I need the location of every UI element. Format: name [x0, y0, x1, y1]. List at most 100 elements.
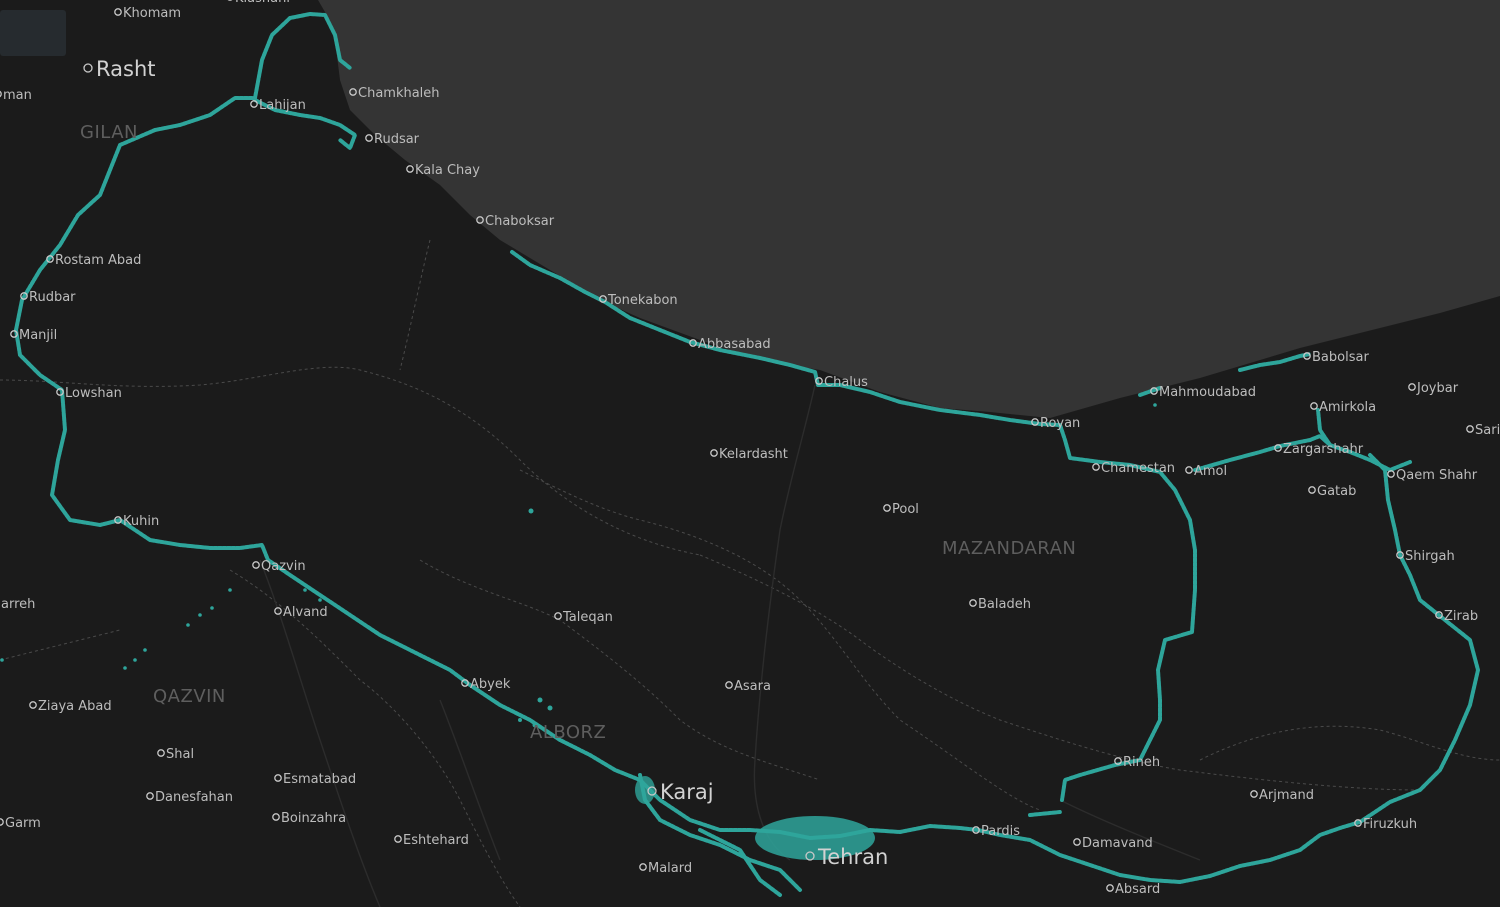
- city-boinzahra[interactable]: Boinzahra: [272, 811, 346, 826]
- city-lowshan[interactable]: Lowshan: [56, 386, 122, 401]
- city-takestan[interactable]: arreh: [0, 597, 35, 612]
- city-danesfahan[interactable]: Danesfahan: [146, 790, 233, 805]
- city-label: Pool: [892, 502, 919, 517]
- city-label: Rudbar: [29, 290, 76, 305]
- city-arjmand[interactable]: Arjmand: [1250, 788, 1314, 803]
- city-garm[interactable]: Garm: [0, 816, 41, 831]
- city-label: Damavand: [1082, 836, 1153, 851]
- city-label: Rudsar: [374, 132, 420, 147]
- city-malard[interactable]: Malard: [639, 861, 692, 876]
- city-qaemshahr[interactable]: Qaem Shahr: [1387, 468, 1478, 483]
- city-label: Chalus: [824, 375, 868, 390]
- city-label: Taleqan: [562, 610, 613, 625]
- region-mazandaran: MAZANDARAN: [942, 538, 1076, 559]
- city-label: Rineh: [1123, 755, 1160, 770]
- city-label: Zargarshahr: [1283, 442, 1364, 457]
- city-rudsar[interactable]: Rudsar: [365, 132, 420, 147]
- city-mahmoudabad[interactable]: Mahmoudabad: [1150, 385, 1256, 400]
- city-rudbar[interactable]: Rudbar: [20, 290, 76, 305]
- city-label: Eshtehard: [403, 833, 469, 848]
- city-label: Malard: [648, 861, 692, 876]
- city-label: Pardis: [981, 824, 1020, 839]
- city-abbasabad[interactable]: Abbasabad: [689, 337, 771, 352]
- city-label: Kuhin: [123, 514, 159, 529]
- city-label: Gatab: [1317, 484, 1356, 499]
- city-label: Ziaya Abad: [38, 699, 112, 714]
- city-ziaabad[interactable]: Ziaya Abad: [29, 699, 112, 714]
- city-label: Lahijan: [259, 98, 306, 113]
- city-zargarshahr[interactable]: Zargarshahr: [1274, 442, 1364, 457]
- city-chamkhaleh[interactable]: Chamkhaleh: [349, 86, 440, 101]
- city-firuzkuh[interactable]: Firuzkuh: [1354, 817, 1417, 832]
- city-label: Garm: [5, 816, 41, 831]
- city-baladeh[interactable]: Baladeh: [969, 597, 1031, 612]
- city-label: Zirab: [1444, 609, 1478, 624]
- city-kiashahr[interactable]: Kiashahr: [227, 0, 293, 6]
- city-label: Joybar: [1416, 381, 1459, 396]
- city-soman[interactable]: man: [0, 88, 32, 103]
- city-label: Asara: [734, 679, 771, 694]
- city-label: Absard: [1115, 882, 1160, 897]
- city-babolsar[interactable]: Babolsar: [1303, 350, 1370, 365]
- city-esmatabad[interactable]: Esmatabad: [274, 772, 356, 787]
- city-label: arreh: [1, 597, 35, 612]
- city-khomam[interactable]: Khomam: [114, 6, 181, 21]
- city-shirgah[interactable]: Shirgah: [1396, 549, 1455, 564]
- city-joybar[interactable]: Joybar: [1408, 381, 1459, 396]
- city-label: Sari: [1475, 423, 1500, 438]
- city-label: Esmatabad: [283, 772, 356, 787]
- map-canvas[interactable]: GILAN MAZANDARAN QAZVIN ALBORZ Khomam Kia…: [0, 0, 1500, 907]
- city-absard[interactable]: Absard: [1106, 882, 1160, 897]
- city-label: Chamestan: [1101, 461, 1175, 476]
- city-label: Shal: [166, 747, 194, 762]
- city-label: Firuzkuh: [1363, 817, 1417, 832]
- karaj-route-cluster: [635, 776, 655, 804]
- city-label: Rasht: [96, 57, 155, 81]
- city-label: Khomam: [123, 6, 181, 21]
- city-abyek[interactable]: Abyek: [461, 677, 511, 692]
- city-label: Abbasabad: [698, 337, 771, 352]
- city-label: Baladeh: [978, 597, 1031, 612]
- city-label: Karaj: [660, 780, 714, 804]
- city-kelardasht[interactable]: Kelardasht: [710, 447, 788, 462]
- city-damavand[interactable]: Damavand: [1073, 836, 1153, 851]
- city-lahijan[interactable]: Lahijan: [250, 98, 306, 113]
- city-label: Qazvin: [261, 559, 306, 574]
- anzali-lagoon: [0, 10, 66, 56]
- region-qazvin: QAZVIN: [153, 686, 226, 707]
- city-label: Shirgah: [1405, 549, 1455, 564]
- city-label: Abyek: [470, 677, 511, 692]
- city-eshtehard[interactable]: Eshtehard: [394, 833, 469, 848]
- city-label: Rostam Abad: [55, 253, 141, 268]
- city-label: Boinzahra: [281, 811, 346, 826]
- city-label: Kelardasht: [719, 447, 788, 462]
- city-chalus[interactable]: Chalus: [815, 375, 868, 390]
- city-label: Lowshan: [65, 386, 122, 401]
- city-label: Royan: [1040, 416, 1080, 431]
- city-label: Kala Chay: [415, 163, 480, 178]
- city-label: Amirkola: [1319, 400, 1376, 415]
- city-tehran[interactable]: Tehran: [805, 845, 888, 869]
- region-alborz: ALBORZ: [530, 722, 606, 743]
- region-gilan: GILAN: [80, 122, 138, 143]
- city-label: Tehran: [817, 845, 888, 869]
- city-amirkola[interactable]: Amirkola: [1310, 400, 1376, 415]
- city-tonekabon[interactable]: Tonekabon: [599, 293, 678, 308]
- city-label: man: [3, 88, 32, 103]
- city-alvand[interactable]: Alvand: [274, 605, 328, 620]
- city-label: Kiashahr: [235, 0, 292, 6]
- city-chamestan[interactable]: Chamestan: [1092, 461, 1175, 476]
- city-rostamabad[interactable]: Rostam Abad: [46, 253, 142, 268]
- city-label: Danesfahan: [155, 790, 233, 805]
- city-chaboksar[interactable]: Chaboksar: [476, 214, 555, 229]
- city-label: Alvand: [283, 605, 328, 620]
- city-label: Chaboksar: [485, 214, 555, 229]
- city-label: Tonekabon: [607, 293, 678, 308]
- city-royan[interactable]: Royan: [1031, 416, 1081, 431]
- city-qazvincity[interactable]: Qazvin: [252, 559, 306, 574]
- city-label: Manjil: [19, 328, 57, 343]
- city-kalachay[interactable]: Kala Chay: [406, 163, 480, 178]
- city-label: Amol: [1194, 464, 1227, 479]
- city-label: Babolsar: [1312, 350, 1369, 365]
- city-taleqan[interactable]: Taleqan: [554, 610, 613, 625]
